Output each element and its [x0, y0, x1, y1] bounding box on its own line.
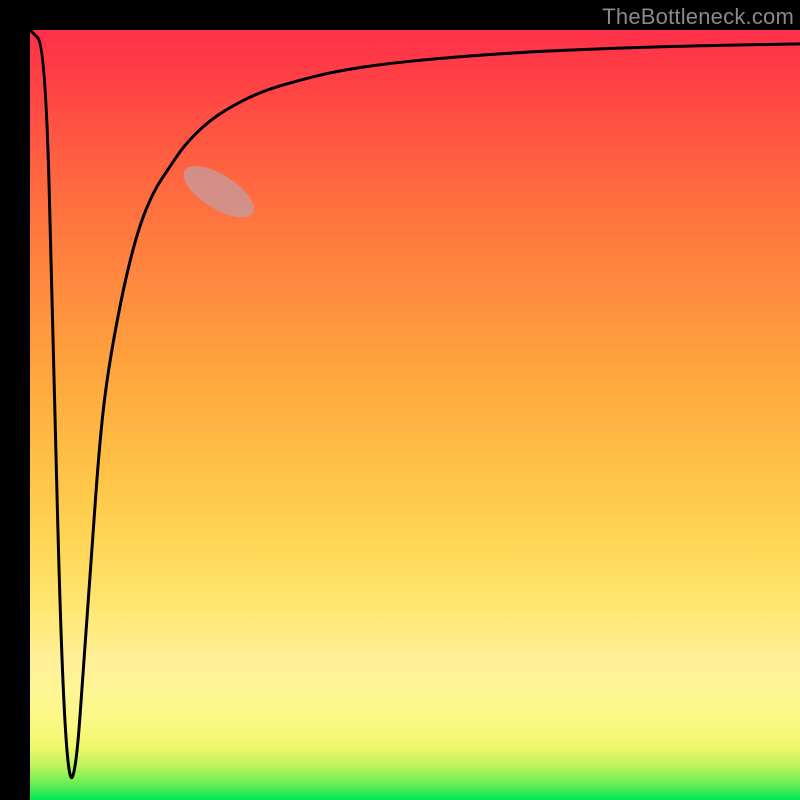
chart-frame: TheBottleneck.com [0, 0, 800, 800]
curve-layer [30, 30, 800, 800]
bottleneck-curve [30, 30, 800, 778]
plot-area [30, 30, 800, 800]
attribution-text: TheBottleneck.com [602, 4, 794, 30]
highlight-marker [176, 156, 262, 227]
